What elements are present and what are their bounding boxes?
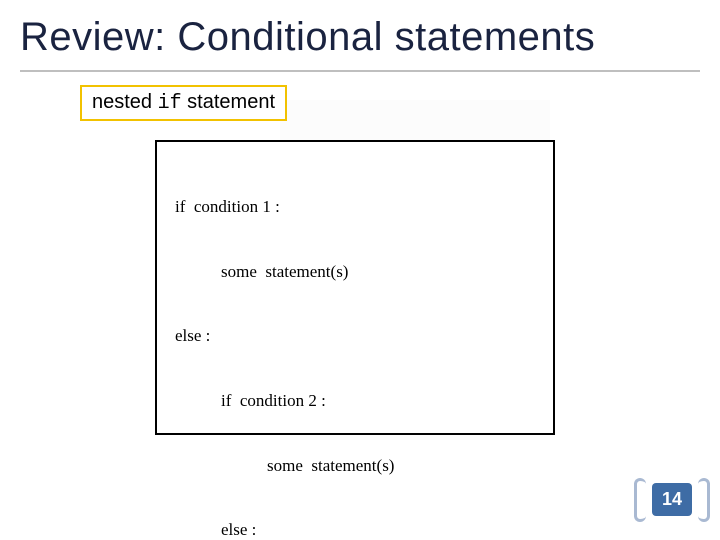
code-frame: if condition 1 : some statement(s) else … — [155, 140, 555, 435]
code-block: if condition 1 : some statement(s) else … — [175, 158, 539, 540]
kw-else-1: else : — [175, 326, 539, 346]
stmt-1: some statement(s) — [175, 262, 539, 282]
label-pre: nested — [92, 91, 158, 113]
slide-title: Review: Conditional statements — [20, 15, 595, 60]
label-post: statement — [182, 91, 275, 113]
page-number: 14 — [652, 483, 692, 516]
cond-1: condition 1 : — [194, 197, 280, 216]
nested-if-label: nested if statement — [80, 85, 287, 121]
kw-if-2: if — [221, 391, 240, 410]
label-mono: if — [158, 92, 182, 115]
stmt-2: some statement(s) — [175, 456, 539, 476]
page-bracket-right-icon — [698, 478, 710, 522]
slide: Review: Conditional statements nested if… — [0, 0, 720, 540]
page-bracket-left-icon — [634, 478, 646, 522]
title-underline — [20, 70, 700, 72]
kw-if-1: if — [175, 197, 194, 216]
cond-2: condition 2 : — [240, 391, 326, 410]
kw-else-2: else : — [175, 520, 539, 540]
